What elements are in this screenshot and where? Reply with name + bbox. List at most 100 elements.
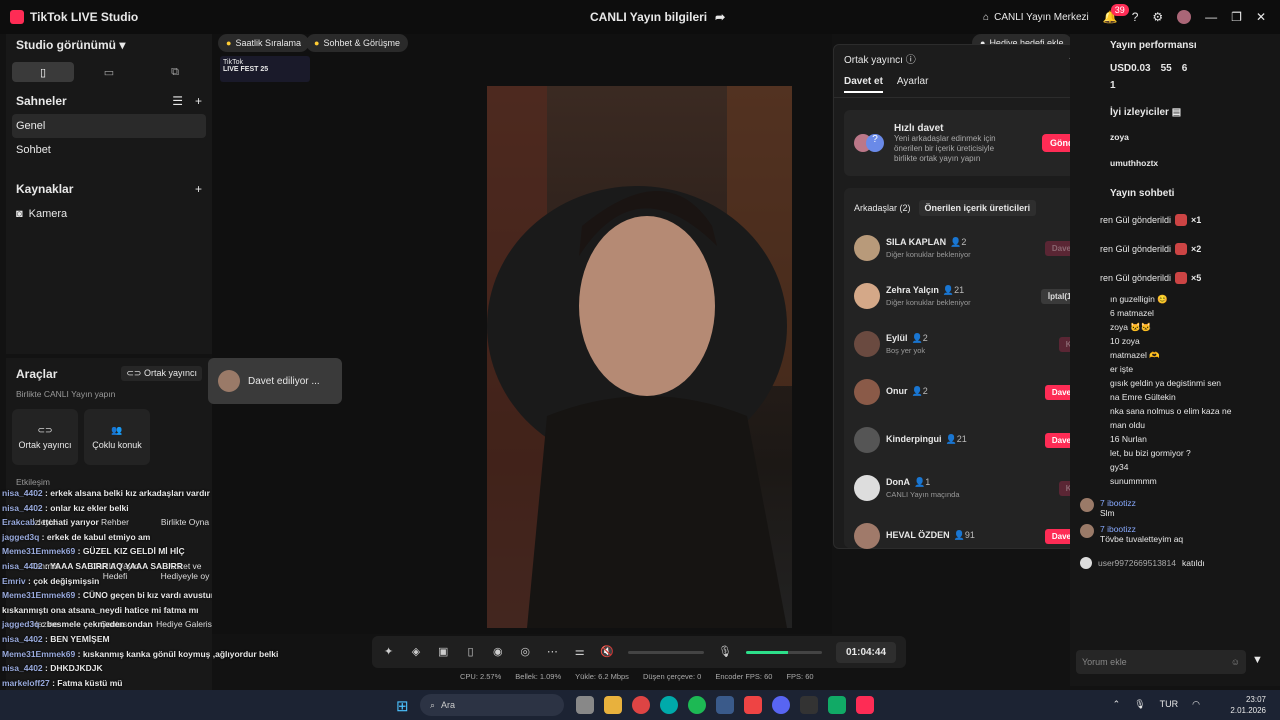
avatar[interactable] [1080, 498, 1094, 512]
avatar[interactable] [854, 427, 880, 453]
speaker-muted-icon[interactable]: 🔇 [600, 645, 614, 659]
more-icon[interactable]: ⋯ [546, 645, 559, 659]
mic-tray-icon[interactable]: 🎙 [1134, 699, 1145, 710]
gift-text: ren Gül gönderildi [1100, 272, 1172, 283]
chat-username[interactable]: jagged3q [2, 532, 39, 542]
portrait-option[interactable]: ▯ [12, 62, 74, 82]
mic-icon[interactable]: 🎙 [718, 645, 732, 659]
viewer-item[interactable]: zoya [1110, 124, 1270, 150]
taskbar-search-label: Ara [441, 700, 456, 710]
landscape-option[interactable]: ▭ [78, 62, 140, 82]
avatar[interactable] [1177, 10, 1192, 24]
tab-suggested[interactable]: Önerilen içerik üreticileri [918, 200, 1037, 216]
add-scene-icon[interactable]: + [195, 94, 202, 108]
chat-username[interactable]: nisa_4402 [2, 634, 43, 644]
spotify-icon[interactable] [688, 696, 706, 714]
edge-icon[interactable] [660, 696, 678, 714]
avatar[interactable] [854, 379, 880, 405]
tab-friends[interactable]: Arkadaşlar (2) [854, 203, 911, 213]
chat-username[interactable]: nisa_4402 [2, 488, 43, 498]
tiktok-live-icon[interactable] [856, 696, 874, 714]
chat-username[interactable]: jagged3q [2, 619, 39, 629]
dual-option[interactable]: ⧉ [144, 62, 206, 82]
camera-switch-icon[interactable]: ◎ [518, 645, 531, 659]
avatar[interactable] [854, 331, 880, 357]
list-icon[interactable]: ▤ [1172, 107, 1181, 118]
minimize-icon[interactable]: — [1205, 10, 1217, 24]
creator-row: Kinderpingui 👤21 Davet et [844, 416, 1100, 464]
chat-username[interactable]: nisa_4402 [2, 561, 43, 571]
settings-sliders-icon[interactable]: ⚌ [573, 645, 586, 659]
chat-username[interactable]: nisa_4402 [2, 503, 43, 513]
volume-slider[interactable] [628, 650, 705, 654]
avatar[interactable] [854, 523, 880, 549]
multi-guest-button[interactable]: 👥 Çoklu konuk [84, 409, 150, 465]
info-icon[interactable]: ⓘ [906, 55, 916, 66]
chevron-up-icon[interactable]: ⌃ [1113, 699, 1121, 710]
chat-line: markeloff27 : Fatma küstü mü [2, 677, 123, 688]
right-panel: Yayın performansı USD0.03 55 6 1 İyi izl… [1070, 34, 1280, 686]
chat-meet-chip[interactable]: ● Sohbet & Görüşme [306, 34, 408, 52]
chat-fragment: 6 matmazel [1110, 308, 1154, 318]
chat-username[interactable]: nisa_4402 [2, 663, 43, 673]
phone-icon[interactable]: ▯ [464, 645, 477, 659]
tab-invite[interactable]: Davet et [844, 76, 883, 93]
record-icon[interactable]: ◉ [491, 645, 504, 659]
effects-icon[interactable]: ◈ [409, 645, 422, 659]
layout-icon[interactable]: ▣ [437, 645, 450, 659]
task-view-icon[interactable] [576, 696, 594, 714]
taskbar-search[interactable]: ⌕ Ara [420, 694, 564, 716]
maximize-icon[interactable]: ❐ [1231, 10, 1242, 24]
terminal-icon[interactable] [828, 696, 846, 714]
viewer-item[interactable]: umuthhoztx [1110, 150, 1270, 176]
chat-username[interactable]: Meme31Emmek69 [2, 649, 75, 659]
avatar[interactable] [854, 283, 880, 309]
live-center-button[interactable]: ⌂ CANLI Yayın Merkezi [983, 12, 1089, 23]
language-indicator[interactable]: TUR [1160, 699, 1179, 710]
scene-item-genel[interactable]: Genel [12, 114, 206, 138]
source-item-camera[interactable]: ◙ Kamera [6, 202, 212, 226]
discord-icon[interactable] [772, 696, 790, 714]
magic-icon[interactable]: ✦ [382, 645, 395, 659]
file-explorer-icon[interactable] [604, 696, 622, 714]
live-info-button[interactable]: CANLI Yayın bilgileri ➦ [590, 10, 725, 24]
list-icon[interactable]: ☰ [172, 94, 183, 108]
dropped-frames-status: Düşen çerçeve: 0 [642, 672, 702, 681]
wifi-icon[interactable]: ◠ [1192, 699, 1200, 710]
network-app-icon[interactable] [716, 696, 734, 714]
chat-username[interactable]: 7 ibootizz [1100, 524, 1183, 534]
system-clock[interactable]: 23:07 2.01.2026 [1230, 694, 1266, 716]
gear-icon[interactable]: ⚙ [1152, 10, 1163, 24]
top-viewers-title: İyi izleyiciler ▤ [1070, 101, 1280, 124]
chat-username[interactable]: Emriv [2, 576, 26, 586]
emoji-icon[interactable]: ☺ [1231, 657, 1240, 667]
gift-message: ren Gül gönderildi ×2 [1100, 234, 1280, 263]
help-icon[interactable]: ? [1132, 10, 1139, 24]
avatar[interactable] [854, 235, 880, 261]
cohost-tool-button[interactable]: ⊂⊃ Ortak yayıncı [12, 409, 78, 465]
close-icon[interactable]: ✕ [1256, 10, 1266, 24]
chat-username[interactable]: 7 ibootizz [1100, 498, 1136, 508]
chat-username[interactable]: Erakcab [2, 517, 35, 527]
hourly-ranking-chip[interactable]: ● Saatlik Sıralama [218, 34, 309, 52]
comment-input[interactable]: Yorum ekle ☺ [1076, 650, 1246, 674]
chat-text: YAAA SABIRR AQ YAAA SABIRR [50, 560, 183, 571]
mic-level-slider[interactable] [746, 650, 822, 654]
filter-icon[interactable]: ▼ [1252, 654, 1263, 666]
chat-username[interactable]: Meme31Emmek69 [2, 590, 75, 600]
avatar[interactable] [854, 475, 880, 501]
studio-view-dropdown[interactable]: Studio görünümü ▾ [6, 34, 212, 56]
tab-settings[interactable]: Ayarlar [897, 76, 929, 93]
chat-username[interactable]: Meme31Emmek69 [2, 546, 75, 556]
chrome-icon[interactable] [632, 696, 650, 714]
windows-start-icon[interactable]: ⊞ [396, 697, 409, 715]
media-app-icon[interactable] [744, 696, 762, 714]
add-source-icon[interactable]: + [195, 182, 202, 196]
cpu-status: CPU: 2.57% [460, 672, 502, 681]
bell-icon[interactable]: 🔔 39 [1103, 4, 1129, 24]
scene-item-sohbet[interactable]: Sohbet [6, 138, 212, 162]
chat-username[interactable]: markeloff27 [2, 678, 50, 688]
avatar[interactable] [1080, 524, 1094, 538]
cohost-chip[interactable]: ⊂⊃ Ortak yayıncı [121, 366, 202, 381]
chatgpt-icon[interactable] [800, 696, 818, 714]
